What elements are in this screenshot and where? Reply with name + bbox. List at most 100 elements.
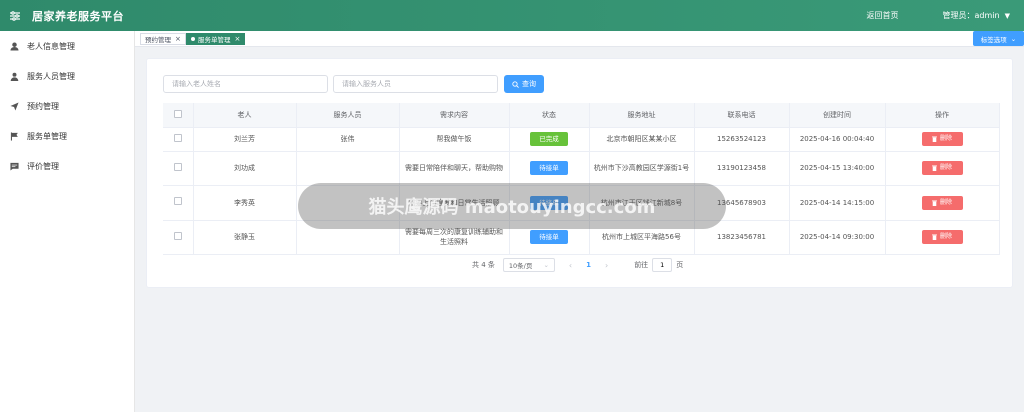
total-count: 共 4 条 <box>472 261 495 269</box>
caret-down-icon: ▼ <box>1004 11 1010 20</box>
address-cell: 杭州市江干区钱江新城8号 <box>589 185 695 221</box>
created-cell: 2025-04-16 00:04:40 <box>789 127 886 152</box>
row-checkbox[interactable] <box>173 162 182 171</box>
delete-label: 删除 <box>939 135 952 142</box>
close-icon[interactable]: × <box>175 35 181 43</box>
sidebar-item-label: 评价管理 <box>27 161 59 171</box>
tabs-bar: 预约管理 × 服务单管理 × 标签选项 ⌄ <box>135 31 1024 47</box>
home-link[interactable]: 返回首页 <box>867 10 899 21</box>
content-card: 查询 老人 服务人员 需求内容 状态 服务地址 联系电话 创建时间 操作 刘兰芳 <box>146 58 1013 288</box>
next-page-button[interactable]: › <box>605 261 608 270</box>
phone-cell: 13190123458 <box>694 151 790 186</box>
search-bar: 查询 <box>163 75 544 93</box>
page-size-select[interactable]: 10条/页 ⌄ <box>502 258 555 272</box>
status-badge: 待接单 <box>530 161 568 175</box>
column-header: 老人 <box>193 103 297 128</box>
sidebar-item-elders[interactable]: 老人信息管理 <box>0 31 134 61</box>
row-checkbox[interactable] <box>173 133 182 142</box>
address-cell: 北京市朝阳区某某小区 <box>589 127 695 152</box>
header-right: 返回首页 管理员：admin ▼ <box>867 0 1010 31</box>
address-cell: 杭州市下沙高教园区学源街1号 <box>589 151 695 186</box>
status-cell: 待接单 <box>509 151 590 186</box>
tab-orders[interactable]: 服务单管理 × <box>186 33 246 45</box>
trash-icon <box>931 165 937 171</box>
user-label: 管理员：admin <box>942 11 1000 20</box>
select-all-cell[interactable] <box>163 103 194 128</box>
demand-cell: 需要日常陪伴和聊天，帮助购物 <box>399 151 510 186</box>
row-select-cell[interactable] <box>163 220 194 255</box>
elder-cell: 刘功成 <box>193 151 297 186</box>
phone-cell: 15263524123 <box>694 127 790 152</box>
staff-cell: 张伟 <box>296 127 400 152</box>
elder-cell: 张静玉 <box>193 220 297 255</box>
action-cell: 删除 <box>885 185 1000 221</box>
action-cell: 删除 <box>885 127 1000 152</box>
column-header: 状态 <box>509 103 590 128</box>
demand-cell: 帮我做午饭 <box>399 127 510 152</box>
demand-cell: 需要上门理发和日常生活照顾 <box>399 185 510 221</box>
orders-table: 老人 服务人员 需求内容 状态 服务地址 联系电话 创建时间 操作 刘兰芳 张伟… <box>163 103 1000 255</box>
user-filled-icon <box>10 72 19 81</box>
delete-button[interactable]: 删除 <box>921 195 963 210</box>
phone-cell: 13823456781 <box>694 220 790 255</box>
top-header: 居家养老服务平台 返回首页 管理员：admin ▼ <box>0 0 1024 31</box>
created-cell: 2025-04-14 09:30:00 <box>789 220 886 255</box>
delete-button[interactable]: 删除 <box>921 161 963 175</box>
column-header: 操作 <box>885 103 1000 128</box>
created-cell: 2025-04-15 13:40:00 <box>789 151 886 186</box>
close-icon[interactable]: × <box>235 35 241 43</box>
action-cell: 删除 <box>885 151 1000 186</box>
sidebar: 老人信息管理 服务人员管理 预约管理 服务单管理 评价管理 <box>0 31 135 412</box>
delete-button[interactable]: 删除 <box>921 230 963 244</box>
staff-cell <box>296 185 400 221</box>
elder-cell: 刘兰芳 <box>193 127 297 152</box>
sidebar-item-staff[interactable]: 服务人员管理 <box>0 61 134 91</box>
sidebar-item-orders[interactable]: 服务单管理 <box>0 121 134 151</box>
table-row: 刘兰芳 张伟 帮我做午饭 已完成 北京市朝阳区某某小区 15263524123 … <box>163 127 1000 152</box>
phone-cell: 13645678903 <box>694 185 790 221</box>
message-icon <box>10 162 19 171</box>
status-badge: 待接单 <box>530 230 568 244</box>
table-row: 刘功成 需要日常陪伴和聊天，帮助购物 待接单 杭州市下沙高教园区学源街1号 13… <box>163 151 1000 186</box>
trash-icon <box>931 200 937 206</box>
user-menu[interactable]: 管理员：admin ▼ <box>943 10 1010 21</box>
tab-label: 预约管理 <box>145 36 171 44</box>
action-cell: 删除 <box>885 220 1000 255</box>
staff-cell <box>296 220 400 255</box>
prev-page-button[interactable]: ‹ <box>569 261 572 270</box>
row-select-cell[interactable] <box>163 151 194 186</box>
tag-options-button[interactable]: 标签选项 ⌄ <box>973 31 1024 46</box>
chevron-down-icon: ⌄ <box>1010 34 1017 43</box>
staff-name-input[interactable] <box>333 75 498 93</box>
table-row: 李秀英 需要上门理发和日常生活照顾 待接单 杭州市江干区钱江新城8号 13645… <box>163 185 1000 221</box>
column-header: 需求内容 <box>399 103 510 128</box>
tab-label: 服务单管理 <box>198 36 231 44</box>
select-all-checkbox[interactable] <box>173 109 182 118</box>
page-number[interactable]: 1 <box>586 261 591 269</box>
sidebar-item-appointments[interactable]: 预约管理 <box>0 91 134 121</box>
row-checkbox[interactable] <box>173 197 182 205</box>
created-cell: 2025-04-14 14:15:00 <box>789 185 886 221</box>
status-badge: 已完成 <box>530 132 568 146</box>
page-unit-label: 页 <box>676 261 684 269</box>
query-button[interactable]: 查询 <box>504 75 544 93</box>
sidebar-item-label: 服务单管理 <box>27 131 67 141</box>
table-row: 张静玉 需要每周三次的康复训练辅助和生活照料 待接单 杭州市上城区平海路56号 … <box>163 220 1000 255</box>
elder-name-input[interactable] <box>163 75 328 93</box>
sidebar-item-reviews[interactable]: 评价管理 <box>0 151 134 181</box>
menu-toggle-button[interactable] <box>0 0 30 31</box>
tab-appointments[interactable]: 预约管理 × <box>140 33 186 45</box>
status-cell: 待接单 <box>509 220 590 255</box>
staff-cell <box>296 151 400 186</box>
demand-cell: 需要每周三次的康复训练辅助和生活照料 <box>399 220 510 255</box>
goto-page-input[interactable] <box>652 258 673 272</box>
status-cell: 待接单 <box>509 185 590 221</box>
row-checkbox[interactable] <box>173 231 182 240</box>
column-header: 创建时间 <box>789 103 886 128</box>
row-select-cell[interactable] <box>163 127 194 152</box>
row-select-cell[interactable] <box>163 185 194 221</box>
elder-cell: 李秀英 <box>193 185 297 221</box>
delete-label: 删除 <box>939 233 952 240</box>
delete-button[interactable]: 删除 <box>921 132 963 146</box>
search-icon <box>512 80 519 88</box>
